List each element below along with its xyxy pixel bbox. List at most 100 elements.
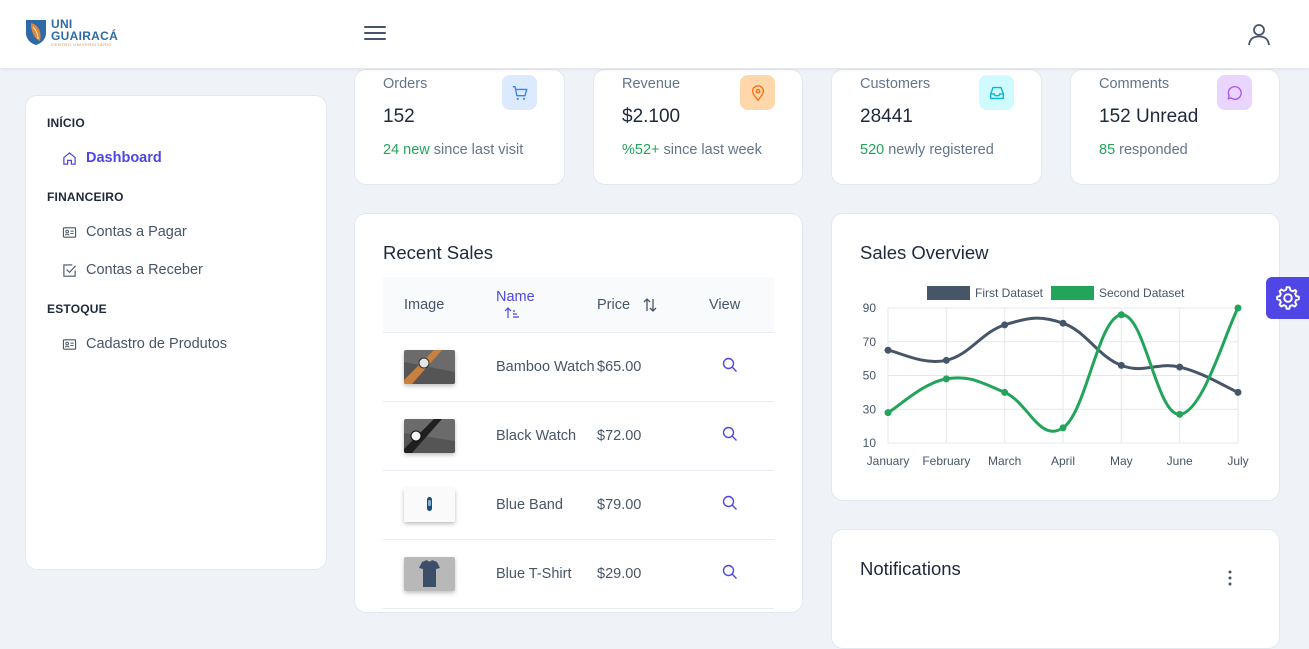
x-tick-label: January xyxy=(867,454,910,468)
product-name: Blue T-Shirt xyxy=(496,565,572,582)
y-tick-label: 10 xyxy=(863,436,877,450)
data-point xyxy=(1117,361,1125,369)
comment-icon xyxy=(1217,75,1252,110)
sidebar-item-cadastro-de-produtos[interactable]: Cadastro de Produtos xyxy=(62,336,227,352)
stat-card-orders: Orders 152 24 new since last visit xyxy=(354,69,565,185)
table-row: Bamboo Watch $65.00 xyxy=(383,333,774,402)
product-name: Blue Band xyxy=(496,496,563,513)
view-search-icon[interactable] xyxy=(709,357,774,377)
recent-sales-title: Recent Sales xyxy=(383,242,494,263)
sales-overview-chart: 10 30 50 70 90 January February March April May Ju… xyxy=(863,286,1249,468)
legend-label: First Dataset xyxy=(975,286,1044,300)
data-point xyxy=(1001,388,1009,396)
sidebar-item-label: Dashboard xyxy=(86,150,162,166)
data-point xyxy=(1234,388,1242,396)
sidebar: INÍCIO Dashboard FINANCEIRO Contas a Pag… xyxy=(25,95,327,570)
product-price: $29.00 xyxy=(597,566,642,582)
y-tick-label: 90 xyxy=(863,301,877,315)
legend-swatch xyxy=(1051,286,1094,300)
stat-highlight: 85 xyxy=(1099,142,1116,158)
id-card-icon xyxy=(62,226,77,238)
recent-sales-panel: Recent Sales Image Name Price View Bambo… xyxy=(354,213,803,613)
y-tick-label: 50 xyxy=(863,369,877,383)
legend-swatch xyxy=(927,286,970,300)
shield-logo-icon xyxy=(26,20,46,45)
product-image-blue-t-shirt xyxy=(404,557,455,591)
x-tick-label: May xyxy=(1110,454,1133,468)
more-options-icon[interactable] xyxy=(1228,570,1232,586)
column-header-image: Image xyxy=(404,296,445,313)
stat-label: Orders xyxy=(383,76,428,92)
section-title-financeiro: FINANCEIRO xyxy=(47,190,124,204)
stat-label: Customers xyxy=(860,76,931,92)
top-bar: UNI GUAIRACÁ CENTRO UNIVERSITÁRIO xyxy=(0,0,1309,68)
data-point xyxy=(1117,311,1125,319)
x-tick-label: February xyxy=(922,454,970,468)
x-tick-label: April xyxy=(1051,454,1075,468)
home-icon xyxy=(63,151,76,165)
stat-rest: newly registered xyxy=(884,142,994,158)
column-header-name[interactable]: Name xyxy=(496,288,597,320)
stat-value: $2.100 xyxy=(622,106,681,127)
stat-value: 28441 xyxy=(860,106,913,127)
sidebar-item-contas-a-receber[interactable]: Contas a Receber xyxy=(62,262,203,278)
stat-rest: since last visit xyxy=(429,142,524,158)
stat-card-customers: Customers 28441 520 newly registered xyxy=(831,69,1042,185)
data-point xyxy=(1234,304,1242,312)
stat-rest: since last week xyxy=(659,142,762,158)
cart-icon xyxy=(502,75,537,110)
brand-logo[interactable]: UNI GUAIRACÁ CENTRO UNIVERSITÁRIO xyxy=(25,18,118,47)
sidebar-item-label: Cadastro de Produtos xyxy=(86,336,228,352)
stat-rest: responded xyxy=(1115,142,1188,158)
view-search-icon[interactable] xyxy=(709,564,774,584)
sort-icon xyxy=(643,297,657,312)
stat-subtext: %52+ since last week xyxy=(622,142,762,158)
table-header: Image Name Price View xyxy=(383,277,774,333)
data-point xyxy=(1176,363,1184,371)
data-point xyxy=(942,375,950,383)
gear-icon xyxy=(1275,286,1300,310)
stat-label: Comments xyxy=(1099,76,1170,92)
data-point xyxy=(884,346,892,354)
column-header-name-label: Name xyxy=(496,288,535,305)
column-header-price-label: Price xyxy=(597,296,631,313)
recent-sales-table: Image Name Price View Bamboo Watch $65.0… xyxy=(383,277,774,609)
stat-highlight: 520 xyxy=(860,142,885,158)
view-search-icon[interactable] xyxy=(709,495,774,515)
stat-card-revenue: Revenue $2.100 %52+ since last week xyxy=(593,69,803,185)
view-search-icon[interactable] xyxy=(709,426,774,446)
hamburger-menu-icon[interactable] xyxy=(362,22,388,46)
data-point xyxy=(1001,321,1009,329)
notifications-panel: Notifications xyxy=(831,529,1280,649)
column-header-price[interactable]: Price xyxy=(597,297,709,313)
product-name: Black Watch xyxy=(496,427,577,444)
sales-overview-panel: Sales Overview 10 30 50 70 90 January February… xyxy=(831,213,1280,501)
product-name: Bamboo Watch xyxy=(496,358,595,375)
id-card-icon xyxy=(62,338,77,350)
sidebar-item-dashboard[interactable]: Dashboard xyxy=(62,150,162,166)
stat-label: Revenue xyxy=(622,76,681,92)
product-image-black-watch xyxy=(404,419,455,453)
settings-gear-button[interactable] xyxy=(1266,277,1309,319)
x-tick-label: March xyxy=(988,454,1021,468)
data-point xyxy=(884,409,892,417)
product-image-bamboo-watch xyxy=(404,350,455,384)
data-point xyxy=(1059,319,1067,327)
section-title-inicio: INÍCIO xyxy=(47,116,85,130)
brand-line3: CENTRO UNIVERSITÁRIO xyxy=(51,42,113,47)
map-pin-icon xyxy=(740,75,775,110)
stat-value: 152 Unread xyxy=(1099,106,1199,127)
sidebar-item-contas-a-pagar[interactable]: Contas a Pagar xyxy=(62,224,187,240)
brand-line2: GUAIRACÁ xyxy=(51,29,119,43)
user-profile-icon[interactable] xyxy=(1245,20,1273,48)
sidebar-item-label: Contas a Pagar xyxy=(86,224,187,240)
x-tick-label: July xyxy=(1227,454,1248,468)
sort-ascending-icon xyxy=(504,307,519,319)
stat-highlight: %52+ xyxy=(622,142,660,158)
product-price: $79.00 xyxy=(597,497,642,513)
stat-subtext: 520 newly registered xyxy=(860,142,994,158)
product-price: $65.00 xyxy=(597,359,642,375)
sidebar-item-label: Contas a Receber xyxy=(86,262,203,278)
data-point xyxy=(942,356,950,364)
stat-subtext: 24 new since last visit xyxy=(383,142,523,158)
